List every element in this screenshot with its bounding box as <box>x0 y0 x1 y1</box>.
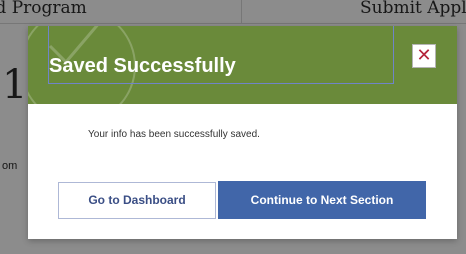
go-to-dashboard-button[interactable]: Go to Dashboard <box>58 182 216 219</box>
success-dialog: Saved Successfully ✕ Your info has been … <box>28 26 457 239</box>
dialog-message: Your info has been successfully saved. <box>88 129 260 140</box>
continue-next-section-button[interactable]: Continue to Next Section <box>218 181 426 219</box>
close-button[interactable]: ✕ <box>412 44 436 68</box>
close-icon: ✕ <box>416 45 432 66</box>
page: id Program Submit Appli 1 om Saved Succe… <box>0 0 466 254</box>
dialog-title: Saved Successfully <box>49 55 236 77</box>
dialog-header: Saved Successfully ✕ <box>28 26 457 104</box>
